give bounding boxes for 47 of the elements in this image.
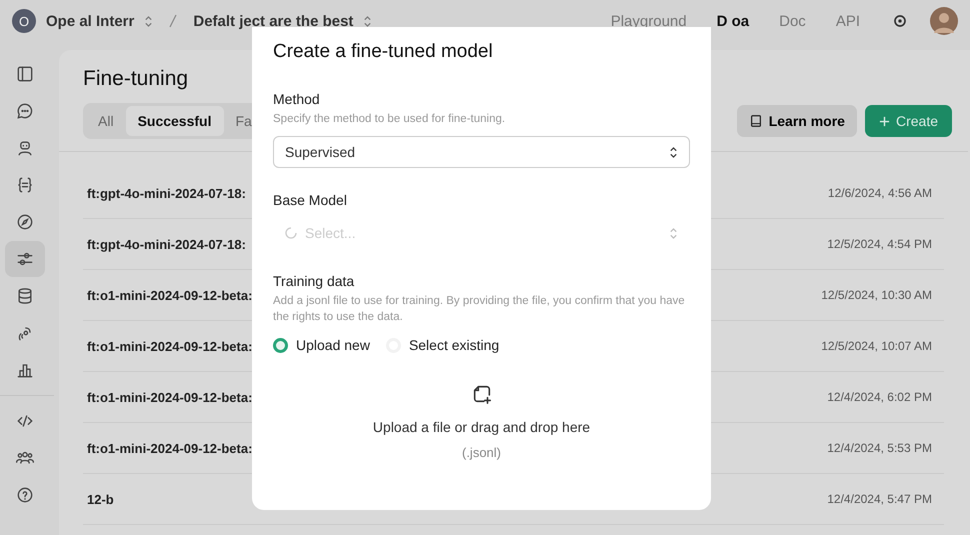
model-name: ft:o1-mini-2024-09-12-beta:	[87, 440, 252, 456]
chevron-updown-icon	[144, 14, 154, 28]
nav-link[interactable]: D oa	[716, 12, 750, 30]
dialog-title: Create a fine-tuned model	[273, 41, 494, 63]
field-label: Base Model	[273, 192, 348, 208]
separator-icon	[169, 14, 178, 28]
chevron-updown-icon	[669, 146, 678, 158]
model-name: ft:o1-mini-2024-09-12-beta:	[87, 288, 252, 302]
model-name: ft:o1-mini-2024-09-12-beta:	[87, 390, 252, 404]
file-type-hint: (.jsonl)	[462, 445, 501, 460]
chevron-updown-icon	[363, 14, 372, 28]
chat-icon	[15, 101, 35, 121]
field-hint: Add a jsonl file to use for training. By providing the file, you confirm that you have the rights to use the data.	[273, 294, 686, 325]
org-avatar: O	[12, 9, 36, 33]
model-name: ft:gpt-4o-mini-2024-07-18:	[87, 186, 246, 200]
page-title: Fine-tuning	[83, 67, 190, 91]
filter-tab[interactable]: All	[86, 106, 126, 136]
model-name: 12-b	[87, 492, 114, 506]
sidebar-item[interactable]	[5, 241, 45, 277]
help-icon	[15, 485, 35, 505]
filter-tab[interactable]: Fa	[224, 106, 264, 136]
upload-instruction: Upload a file or drag and drop here	[372, 419, 590, 435]
created-date: 12/4/2024, 6:02 PM	[827, 390, 932, 404]
created-date: 12/4/2024, 5:47 PM	[827, 492, 932, 506]
project-selector[interactable]: Defalt ject are the best	[193, 12, 354, 30]
filter-tab[interactable]: Successful	[126, 106, 224, 136]
created-date: 12/5/2024, 10:30 AM	[821, 288, 932, 302]
user-avatar[interactable]	[930, 7, 958, 35]
sidebar-toggle-icon	[15, 64, 35, 84]
radio-option[interactable]: Select existing	[386, 337, 500, 353]
plus-icon	[878, 116, 890, 126]
book-icon	[748, 114, 763, 128]
chevron-updown-icon	[669, 226, 678, 240]
created-date: 12/4/2024, 5:53 PM	[827, 441, 932, 455]
created-date: 12/5/2024, 10:07 AM	[821, 339, 932, 353]
model-name: ft:o1-mini-2024-09-12-beta:	[87, 338, 252, 354]
created-date: 12/6/2024, 4:56 AM	[828, 186, 932, 200]
organization-selector[interactable]: Ope al Interr	[46, 12, 134, 30]
compass-icon	[15, 212, 35, 232]
radio-option[interactable]: Upload new	[273, 337, 370, 353]
model-name: ft:gpt-4o-mini-2024-07-18:	[87, 236, 246, 252]
learn-more-button[interactable]: Learn more	[736, 105, 857, 137]
method-select[interactable]: Supervised	[273, 136, 690, 168]
created-date: 12/5/2024, 4:54 PM	[827, 237, 932, 251]
field-label: Method	[273, 91, 321, 107]
field-hint: Specify the method to be used for fine-tuning.	[273, 112, 506, 127]
field-label: Training data	[273, 273, 356, 289]
